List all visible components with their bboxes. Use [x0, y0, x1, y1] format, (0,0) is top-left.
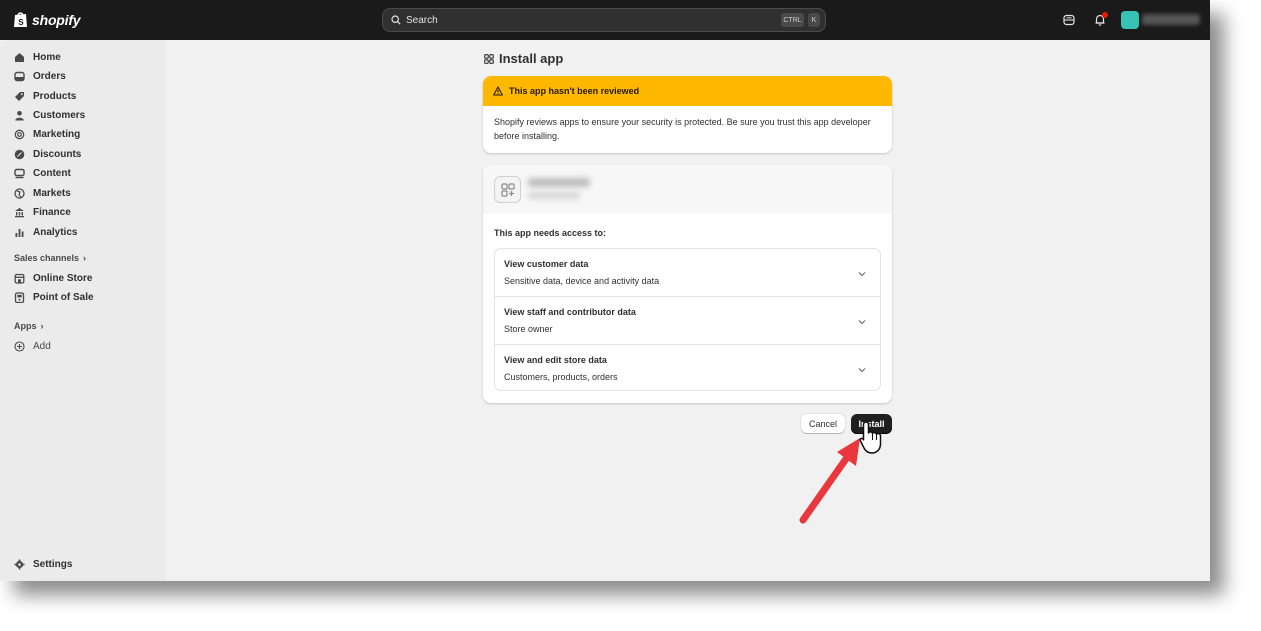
- sidebar-item-label: Customers: [33, 109, 86, 121]
- app-grid-icon: [500, 182, 515, 197]
- sidebar-item-label: Home: [33, 51, 61, 63]
- warning-banner: This app hasn't been reviewed Shopify re…: [483, 76, 892, 153]
- shopify-bag-icon: S: [14, 12, 27, 27]
- section-label: Sales channels: [14, 253, 80, 263]
- app-window: S shopify Search CTRL K Home Orders Prod…: [0, 0, 1210, 581]
- sidebar-item-customers[interactable]: Customers: [14, 106, 85, 124]
- sidebar-item-marketing[interactable]: Marketing: [14, 125, 80, 143]
- chevron-right-icon: ›: [83, 253, 87, 263]
- permission-list: View customer data Sensitive data, devic…: [494, 248, 881, 391]
- permission-row-customer-data[interactable]: View customer data Sensitive data, devic…: [495, 249, 880, 297]
- sidebar-item-label: Products: [33, 90, 77, 102]
- sidebar-item-point-of-sale[interactable]: Point of Sale: [14, 288, 94, 306]
- sidebar-item-online-store[interactable]: Online Store: [14, 269, 92, 287]
- page-title: Install app: [484, 51, 563, 66]
- sidebar-item-label: Online Store: [33, 272, 93, 284]
- page-title-text: Install app: [499, 51, 564, 66]
- app-name-redacted: [528, 178, 590, 187]
- sidebar-item-settings[interactable]: Settings: [14, 555, 72, 573]
- permissions-card: This app needs access to: View customer …: [483, 165, 892, 403]
- permission-detail: Sensitive data, device and activity data: [504, 276, 660, 286]
- top-bar: S shopify Search CTRL K: [0, 0, 1210, 40]
- store-icon: [14, 273, 25, 284]
- section-label: Apps: [14, 321, 37, 331]
- chevron-down-icon: [858, 272, 866, 277]
- permission-title: View and edit store data: [504, 355, 607, 365]
- warning-title: This app hasn't been reviewed: [509, 86, 640, 96]
- sidebar-item-home[interactable]: Home: [14, 48, 61, 66]
- tag-icon: [15, 91, 24, 101]
- svg-text:S: S: [18, 18, 24, 27]
- sidebar-item-analytics[interactable]: Analytics: [14, 223, 77, 241]
- sidebar-item-label: Marketing: [33, 128, 81, 140]
- sidebar-item-label: Point of Sale: [33, 291, 94, 303]
- shortcut-ctrl-key: CTRL: [781, 13, 804, 27]
- sidebar-item-markets[interactable]: Markets: [14, 184, 71, 202]
- search-placeholder: Search: [406, 14, 438, 26]
- permission-title: View customer data: [504, 259, 589, 269]
- sales-channels-heading[interactable]: Sales channels ›: [14, 253, 86, 263]
- app-developer-redacted: [528, 192, 580, 199]
- plus-circle-icon: [14, 340, 25, 352]
- sidebar-item-label: Finance: [33, 206, 71, 218]
- sidebar-item-label: Settings: [33, 558, 73, 570]
- shopify-logo[interactable]: S shopify: [13, 11, 81, 28]
- sidebar-item-label: Add: [33, 340, 51, 352]
- store-name-redacted[interactable]: [1142, 14, 1200, 25]
- sidebar-item-finance[interactable]: Finance: [14, 203, 71, 221]
- permission-row-staff-data[interactable]: View staff and contributor data Store ow…: [495, 296, 880, 344]
- sidebar-item-products[interactable]: Products: [14, 87, 76, 105]
- bar-chart-icon: [15, 228, 24, 237]
- content-icon: [14, 168, 25, 178]
- gear-icon: [14, 559, 25, 569]
- discount-icon: [14, 149, 25, 159]
- warning-triangle-icon: [493, 86, 503, 96]
- store-avatar[interactable]: [1121, 11, 1139, 29]
- sidebar-item-discounts[interactable]: Discounts: [14, 145, 81, 163]
- bank-icon: [15, 207, 24, 217]
- hand-cursor-icon: [859, 421, 882, 454]
- brand-name: shopify: [32, 11, 81, 28]
- target-icon: [14, 129, 25, 139]
- search-icon: [391, 15, 401, 25]
- globe-icon: [14, 187, 25, 199]
- sidebar-item-orders[interactable]: Orders: [14, 67, 66, 85]
- search-bar[interactable]: Search CTRL K: [382, 8, 826, 32]
- warning-header: This app hasn't been reviewed: [483, 76, 892, 106]
- orders-icon: [14, 71, 25, 81]
- person-icon: [15, 110, 24, 120]
- permission-detail: Customers, products, orders: [504, 372, 618, 382]
- inbox-icon[interactable]: [1062, 13, 1076, 27]
- permission-detail: Store owner: [504, 324, 553, 334]
- sidebar-item-label: Discounts: [33, 148, 82, 160]
- notification-badge: [1102, 12, 1108, 18]
- chevron-down-icon: [858, 368, 866, 373]
- chevron-down-icon: [858, 320, 866, 325]
- sidebar-item-label: Orders: [33, 70, 66, 82]
- access-heading: This app needs access to:: [494, 228, 607, 238]
- sidebar-item-add-app[interactable]: Add: [14, 337, 51, 355]
- apps-heading[interactable]: Apps ›: [14, 321, 44, 331]
- shortcut-k-key: K: [808, 13, 820, 27]
- apps-icon: [484, 53, 494, 64]
- chevron-right-icon: ›: [40, 321, 44, 331]
- sidebar-item-label: Content: [33, 167, 71, 179]
- app-header: [483, 165, 892, 214]
- permission-row-store-data[interactable]: View and edit store data Customers, prod…: [495, 344, 880, 392]
- sidebar-item-label: Analytics: [33, 226, 78, 238]
- sidebar-item-content[interactable]: Content: [14, 164, 71, 182]
- warning-body: Shopify reviews apps to ensure your secu…: [494, 117, 871, 141]
- permission-title: View staff and contributor data: [504, 307, 636, 317]
- pos-icon: [14, 291, 25, 303]
- sidebar-item-label: Markets: [33, 187, 71, 199]
- home-icon: [15, 52, 24, 62]
- app-placeholder-icon: [494, 176, 521, 203]
